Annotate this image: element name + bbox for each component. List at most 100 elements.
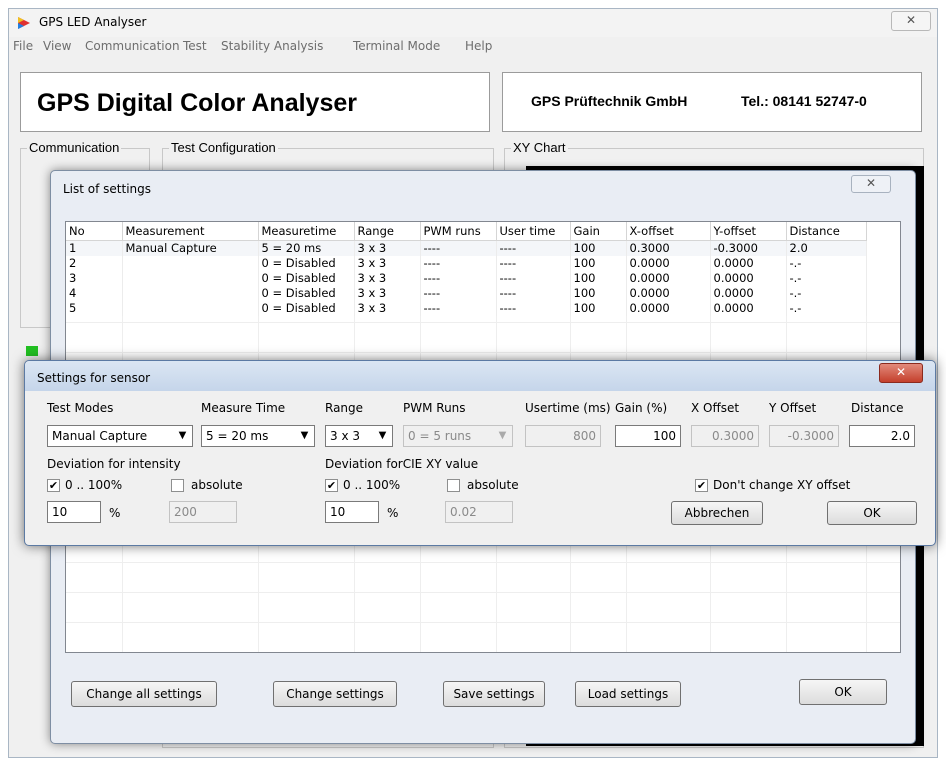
pwm-runs-value: 0 = 5 runs xyxy=(408,429,472,443)
page-title: GPS Digital Color Analyser xyxy=(37,89,357,117)
gain-input[interactable]: 100 xyxy=(615,425,681,447)
save-settings-button[interactable]: Save settings xyxy=(443,681,545,707)
deviation-cie-label: Deviation forCIE XY value xyxy=(325,457,479,471)
column-header-x-offset[interactable]: X-offset xyxy=(626,222,711,241)
table-cell: 100 xyxy=(570,255,627,271)
chevron-down-icon: ▼ xyxy=(300,430,309,441)
load-settings-button[interactable]: Load settings xyxy=(575,681,681,707)
title-bar: GPS LED Analyser ✕ xyxy=(9,9,937,37)
sensor-dialog-body: Test Modes Measure Time Range PWM Runs U… xyxy=(27,391,933,543)
table-cell: 0.0000 xyxy=(710,255,787,271)
menu-test[interactable]: Test xyxy=(183,39,207,53)
table-cell: 0 = Disabled xyxy=(258,255,355,271)
menu-bar: File View Communication Test Stability A… xyxy=(9,37,937,57)
table-row[interactable]: 1 Manual Capture 5 = 20 ms 3 x 3 ---- --… xyxy=(66,240,867,256)
table-cell: 3 x 3 xyxy=(354,240,421,256)
x-offset-input[interactable]: 0.3000 xyxy=(691,425,759,447)
table-cell: 0.0000 xyxy=(710,300,787,316)
change-settings-button[interactable]: Change settings xyxy=(273,681,397,707)
settings-table-grid: No Measurement Measuretime Range PWM run… xyxy=(66,222,867,316)
cie-percent-checkbox[interactable]: ✔ xyxy=(325,479,338,492)
table-cell: 0.0000 xyxy=(626,300,711,316)
intensity-absolute-checkbox[interactable] xyxy=(171,479,184,492)
intensity-percent-checkbox[interactable]: ✔ xyxy=(47,479,60,492)
column-header-gain[interactable]: Gain xyxy=(570,222,627,241)
table-cell xyxy=(122,300,259,316)
close-icon[interactable]: ✕ xyxy=(851,175,891,193)
table-cell: 100 xyxy=(570,240,627,256)
y-offset-input[interactable]: -0.3000 xyxy=(769,425,839,447)
test-mode-select[interactable]: Manual Capture ▼ xyxy=(47,425,193,447)
column-header-no[interactable]: No xyxy=(66,222,123,241)
table-cell: 3 xyxy=(66,270,123,286)
column-header-y-offset[interactable]: Y-offset xyxy=(710,222,787,241)
menu-file[interactable]: File xyxy=(13,39,33,53)
close-icon[interactable]: ✕ xyxy=(891,11,931,31)
measure-time-select[interactable]: 5 = 20 ms ▼ xyxy=(201,425,315,447)
chevron-down-icon: ▼ xyxy=(378,430,387,441)
table-row[interactable]: 4 0 = Disabled 3 x 3 ---- ---- 100 0.000… xyxy=(66,285,867,301)
y-offset-label: Y Offset xyxy=(769,401,817,415)
list-window-title: List of settings xyxy=(63,182,152,196)
menu-view[interactable]: View xyxy=(43,39,71,53)
chevron-down-icon: ▼ xyxy=(178,430,187,441)
column-header-range[interactable]: Range xyxy=(354,222,421,241)
table-cell: 0.3000 xyxy=(626,240,711,256)
menu-help[interactable]: Help xyxy=(465,39,492,53)
table-cell: 3 x 3 xyxy=(354,300,421,316)
sensor-ok-button[interactable]: OK xyxy=(827,501,917,525)
table-cell: 3 x 3 xyxy=(354,285,421,301)
table-cell: 2 xyxy=(66,255,123,271)
table-row[interactable]: 5 0 = Disabled 3 x 3 ---- ---- 100 0.000… xyxy=(66,300,867,316)
table-cell xyxy=(122,255,259,271)
cie-absolute-input[interactable]: 0.02 xyxy=(445,501,513,523)
list-ok-button[interactable]: OK xyxy=(799,679,887,705)
column-header-distance[interactable]: Distance xyxy=(786,222,867,241)
gain-label: Gain (%) xyxy=(615,401,668,415)
measure-time-value: 5 = 20 ms xyxy=(206,429,269,443)
dont-change-xy-offset-checkbox[interactable]: ✔ xyxy=(695,479,708,492)
intensity-percent-input[interactable]: 10 xyxy=(47,501,101,523)
table-cell: 2.0 xyxy=(786,240,867,256)
range-select[interactable]: 3 x 3 ▼ xyxy=(325,425,393,447)
table-cell: -.- xyxy=(786,270,867,286)
checkmark-icon: ✔ xyxy=(696,479,707,492)
table-cell: Manual Capture xyxy=(122,240,259,256)
table-cell: 100 xyxy=(570,285,627,301)
xy-chart-group-label: XY Chart xyxy=(511,140,568,155)
cie-absolute-checkbox[interactable] xyxy=(447,479,460,492)
menu-stability-analysis[interactable]: Stability Analysis xyxy=(221,39,323,53)
distance-input[interactable]: 2.0 xyxy=(849,425,915,447)
table-row[interactable]: 2 0 = Disabled 3 x 3 ---- ---- 100 0.000… xyxy=(66,255,867,271)
table-cell: 5 xyxy=(66,300,123,316)
measure-time-label: Measure Time xyxy=(201,401,286,415)
pwm-runs-select[interactable]: 0 = 5 runs ▼ xyxy=(403,425,513,447)
close-icon[interactable]: ✕ xyxy=(879,363,923,383)
menu-terminal-mode[interactable]: Terminal Mode xyxy=(353,39,440,53)
table-cell: -.- xyxy=(786,300,867,316)
intensity-absolute-label: absolute xyxy=(191,478,243,492)
app-logo-icon xyxy=(18,17,30,29)
table-cell: 0.0000 xyxy=(626,270,711,286)
intensity-absolute-input[interactable]: 200 xyxy=(169,501,237,523)
table-cell: -.- xyxy=(786,285,867,301)
sensor-dialog-title: Settings for sensor xyxy=(37,371,151,385)
checkmark-icon: ✔ xyxy=(326,479,337,492)
table-cell: 0.0000 xyxy=(710,285,787,301)
header-title-box: GPS Digital Color Analyser xyxy=(20,72,490,132)
test-configuration-group-label: Test Configuration xyxy=(169,140,278,155)
intensity-percent-label: 0 .. 100% xyxy=(65,478,123,492)
table-row[interactable]: 3 0 = Disabled 3 x 3 ---- ---- 100 0.000… xyxy=(66,270,867,286)
change-all-settings-button[interactable]: Change all settings xyxy=(71,681,217,707)
table-cell: 0.0000 xyxy=(626,255,711,271)
cancel-button[interactable]: Abbrechen xyxy=(671,501,763,525)
usertime-input[interactable]: 800 xyxy=(525,425,601,447)
column-header-pwm-runs[interactable]: PWM runs xyxy=(420,222,497,241)
table-cell: ---- xyxy=(420,270,497,286)
column-header-user-time[interactable]: User time xyxy=(496,222,571,241)
table-cell: ---- xyxy=(420,240,497,256)
column-header-measuretime[interactable]: Measuretime xyxy=(258,222,355,241)
menu-communication[interactable]: Communication xyxy=(85,39,180,53)
cie-percent-input[interactable]: 10 xyxy=(325,501,379,523)
column-header-measurement[interactable]: Measurement xyxy=(122,222,259,241)
